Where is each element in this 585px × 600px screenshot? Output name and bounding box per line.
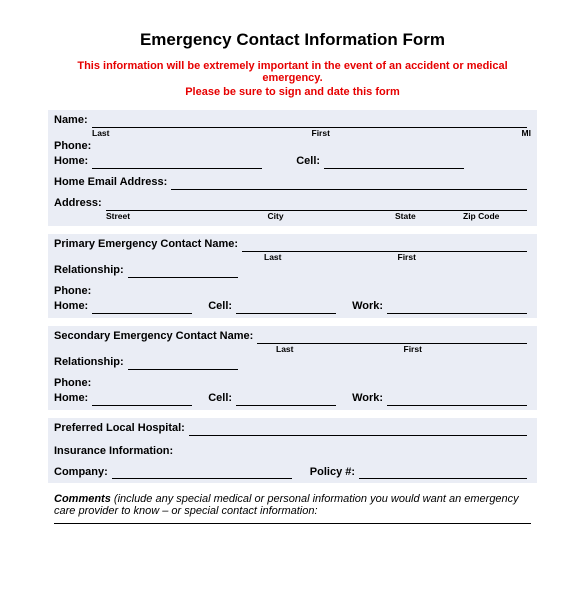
comments-line[interactable] xyxy=(54,523,531,524)
sublabel-first: First xyxy=(312,128,470,139)
sublabel-secondary-first: First xyxy=(404,344,532,355)
label-home-phone: Home: xyxy=(54,154,88,169)
label-primary-cell: Cell: xyxy=(208,299,232,314)
warning-line-1: This information will be extremely impor… xyxy=(48,60,537,84)
sublabel-street: Street xyxy=(106,211,268,222)
hospital-insurance-block: Preferred Local Hospital: Insurance Info… xyxy=(48,418,537,484)
sublabel-secondary-last: Last xyxy=(276,344,404,355)
input-secondary-relationship[interactable] xyxy=(128,358,238,370)
personal-info-block: Name: Last First MI Phone: Home: Cell: H… xyxy=(48,110,537,226)
sublabel-zip: Zip Code xyxy=(463,211,531,222)
comments-text: (include any special medical or personal… xyxy=(54,493,519,517)
input-primary-relationship[interactable] xyxy=(128,266,238,278)
warning-line-2: Please be sure to sign and date this for… xyxy=(48,86,537,98)
label-policy: Policy #: xyxy=(310,465,355,480)
input-secondary-contact[interactable] xyxy=(257,332,527,344)
label-phone: Phone: xyxy=(54,140,91,152)
input-name[interactable] xyxy=(92,116,527,128)
input-primary-work[interactable] xyxy=(387,302,527,314)
input-primary-home[interactable] xyxy=(92,302,192,314)
input-home-email[interactable] xyxy=(171,178,527,190)
label-home-email: Home Email Address: xyxy=(54,175,167,190)
label-secondary-contact: Secondary Emergency Contact Name xyxy=(54,329,250,344)
label-company: Company: xyxy=(54,465,108,480)
input-home-phone[interactable] xyxy=(92,157,262,169)
sublabel-state: State xyxy=(395,211,463,222)
secondary-contact-block: Secondary Emergency Contact Name: Last F… xyxy=(48,326,537,410)
label-preferred-hospital: Preferred Local Hospital: xyxy=(54,421,185,436)
input-primary-contact[interactable] xyxy=(242,240,527,252)
sublabel-primary-first: First xyxy=(398,252,532,263)
label-secondary-cell: Cell: xyxy=(208,391,232,406)
input-cell-phone[interactable] xyxy=(324,157,464,169)
label-primary-phone: Phone: xyxy=(54,285,91,297)
input-secondary-home[interactable] xyxy=(92,394,192,406)
form-page: Emergency Contact Information Form This … xyxy=(0,0,585,546)
input-secondary-work[interactable] xyxy=(387,394,527,406)
label-cell-phone: Cell: xyxy=(296,154,320,169)
label-primary-home: Home: xyxy=(54,299,88,314)
sublabel-primary-last: Last xyxy=(264,252,398,263)
label-secondary-phone: Phone: xyxy=(54,377,91,389)
label-comments: Comments xyxy=(54,493,111,505)
label-primary-work: Work: xyxy=(352,299,383,314)
label-primary-relationship: Relationship: xyxy=(54,263,124,278)
label-address: Address: xyxy=(54,196,102,211)
sublabel-mi: MI xyxy=(470,128,531,139)
label-secondary-work: Work: xyxy=(352,391,383,406)
label-primary-contact: Primary Emergency Contact Name xyxy=(54,237,234,252)
input-secondary-cell[interactable] xyxy=(236,394,336,406)
primary-contact-block: Primary Emergency Contact Name: Last Fir… xyxy=(48,234,537,318)
comments-section: Comments (include any special medical or… xyxy=(48,491,537,526)
label-name: Name: xyxy=(54,113,88,128)
form-title: Emergency Contact Information Form xyxy=(48,30,537,50)
label-insurance-info: Insurance Information: xyxy=(54,445,173,457)
label-secondary-relationship: Relationship: xyxy=(54,355,124,370)
input-company[interactable] xyxy=(112,467,292,479)
input-address[interactable] xyxy=(106,199,527,211)
sublabel-last: Last xyxy=(92,128,312,139)
input-primary-cell[interactable] xyxy=(236,302,336,314)
input-preferred-hospital[interactable] xyxy=(189,424,527,436)
label-secondary-home: Home: xyxy=(54,391,88,406)
sublabel-city: City xyxy=(268,211,396,222)
input-policy[interactable] xyxy=(359,467,527,479)
